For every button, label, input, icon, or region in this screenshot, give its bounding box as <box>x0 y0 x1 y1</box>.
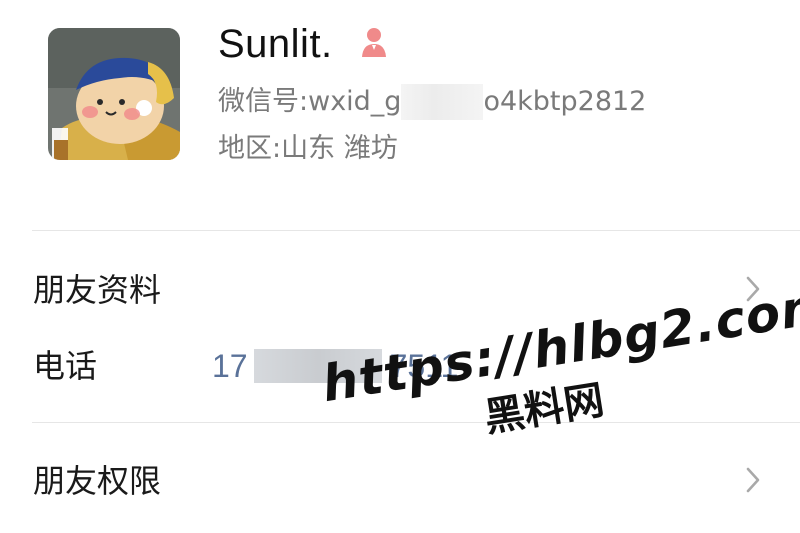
chevron-right-icon <box>746 467 760 493</box>
phone-prefix: 17 <box>212 348 248 384</box>
friend-info-row[interactable]: 朋友资料 <box>33 270 161 310</box>
redacted-block <box>401 84 484 120</box>
region-line: 地区:山东 潍坊 <box>218 131 398 167</box>
avatar[interactable] <box>48 28 180 160</box>
wechat-id-prefix: wxid_g <box>308 86 402 117</box>
watermark: https://hlbg2.com 黑料网 <box>318 275 800 494</box>
phone-label: 电话 <box>33 347 98 385</box>
wechat-id-suffix: o4kbtp2812 <box>483 86 647 117</box>
avatar-illustration <box>48 28 180 160</box>
region-label: 地区: <box>218 133 282 164</box>
friend-permissions-row[interactable]: 朋友权限 <box>33 461 161 501</box>
wechat-id-line: 微信号:wxid_g o4kbtp2812 <box>218 84 646 120</box>
divider <box>32 230 800 231</box>
female-user-icon <box>362 28 386 57</box>
profile-name: Sunlit. <box>218 22 333 66</box>
region-value: 山东 潍坊 <box>281 133 398 164</box>
wechat-id-label: 微信号: <box>218 86 309 117</box>
